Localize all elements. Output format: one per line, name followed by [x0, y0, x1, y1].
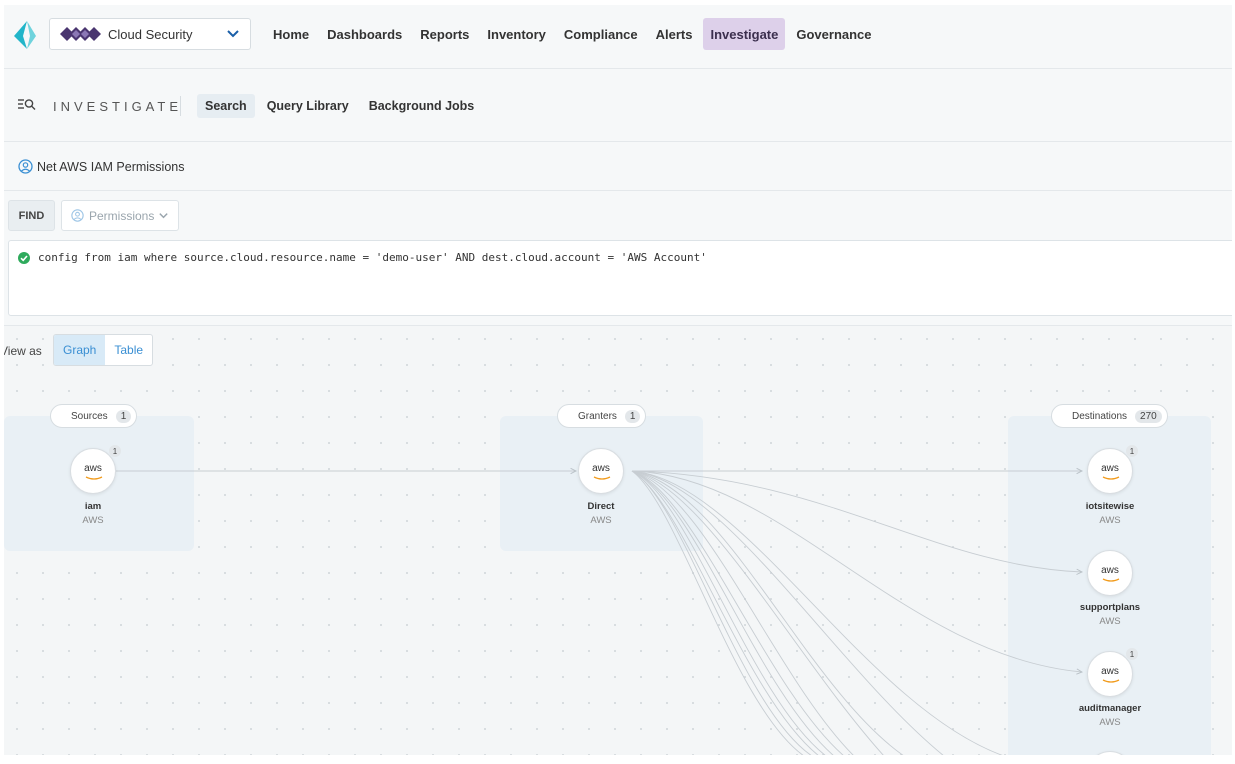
nav-alerts[interactable]: Alerts: [649, 18, 700, 50]
node-iotsitewise[interactable]: aws 1: [1087, 445, 1138, 494]
find-button[interactable]: FIND: [8, 200, 55, 231]
node-direct-provider: AWS: [590, 515, 612, 526]
aws-smile-icon: [1102, 476, 1120, 480]
query-name-bar: Net AWS IAM Permissions: [4, 143, 1232, 191]
granters-label: Granters: [578, 410, 617, 422]
node-badge: 1: [109, 445, 121, 457]
node-supportplans[interactable]: aws: [1087, 550, 1133, 596]
valid-check-icon: [18, 252, 30, 264]
node-iam-name: iam: [84, 501, 102, 512]
user-circle-icon: [18, 159, 33, 174]
aws-logo-icon: aws: [1101, 462, 1119, 474]
find-row: FIND Permissions: [4, 195, 1232, 237]
aws-smile-icon: [1102, 578, 1120, 582]
tenant-selector[interactable]: Cloud Security: [49, 18, 251, 50]
main-nav-links: Home Dashboards Reports Inventory Compli…: [266, 18, 879, 50]
nav-dashboards[interactable]: Dashboards: [320, 18, 409, 50]
nav-reports[interactable]: Reports: [413, 18, 476, 50]
node-badge: 1: [1126, 648, 1138, 660]
header-divider: [180, 96, 181, 116]
granters-count: 1: [624, 409, 641, 423]
investigate-header: INVESTIGATE Search Query Library Backgro…: [4, 70, 1232, 142]
aws-logo-icon: aws: [84, 462, 102, 474]
user-circle-icon: [71, 209, 84, 222]
node-auditmanager[interactable]: aws 1: [1087, 648, 1138, 697]
brand-logo-icon[interactable]: [14, 21, 36, 49]
aws-smile-icon: [593, 476, 611, 480]
tab-background-jobs[interactable]: Background Jobs: [361, 94, 483, 118]
query-text[interactable]: config from iam where source.cloud.resou…: [38, 251, 707, 264]
investigate-search-icon: [18, 99, 36, 110]
sources-count: 1: [115, 409, 132, 423]
nav-governance[interactable]: Governance: [789, 18, 878, 50]
tab-query-library[interactable]: Query Library: [259, 94, 357, 118]
node-iam[interactable]: aws 1: [70, 445, 121, 494]
query-type-dropdown[interactable]: Permissions: [61, 200, 179, 231]
node-auditmanager-name: auditmanager: [1078, 703, 1142, 714]
aws-logo-icon: aws: [1101, 564, 1119, 576]
page-title: INVESTIGATE: [53, 99, 182, 114]
aws-logo-icon: aws: [1101, 665, 1119, 677]
tenant-logo-icon: [60, 27, 101, 41]
nav-home[interactable]: Home: [266, 18, 316, 50]
node-iotsitewise-name: iotsitewise: [1085, 501, 1135, 512]
top-nav: Cloud Security Home Dashboards Reports I…: [4, 5, 1232, 69]
node-supportplans-provider: AWS: [1099, 616, 1121, 627]
granters-pill[interactable]: Granters 1: [557, 404, 647, 428]
node-supportplans-name: supportplans: [1079, 602, 1141, 613]
node-direct[interactable]: aws: [578, 448, 624, 494]
aws-smile-icon: [1102, 679, 1120, 683]
graph-edges: [116, 326, 1232, 755]
app-window: Cloud Security Home Dashboards Reports I…: [4, 5, 1232, 755]
aws-smile-icon: [85, 476, 103, 480]
node-auditmanager-provider: AWS: [1099, 717, 1121, 728]
query-name: Net AWS IAM Permissions: [37, 160, 185, 174]
destinations-pill[interactable]: Destinations 270: [1051, 404, 1168, 428]
node-badge: 1: [1126, 445, 1138, 457]
graph-canvas[interactable]: View as Graph Table Sources 1 Granters 1…: [4, 325, 1232, 755]
destinations-label: Destinations: [1072, 410, 1128, 422]
nav-compliance[interactable]: Compliance: [557, 18, 645, 50]
query-editor[interactable]: config from iam where source.cloud.resou…: [8, 240, 1232, 316]
nav-inventory[interactable]: Inventory: [480, 18, 553, 50]
tenant-label: Cloud Security: [108, 26, 193, 42]
nav-investigate[interactable]: Investigate: [703, 18, 786, 50]
sources-pill[interactable]: Sources 1: [50, 404, 138, 428]
node-iam-provider: AWS: [82, 515, 104, 526]
chevron-down-icon: [227, 30, 239, 38]
aws-logo-icon: aws: [592, 462, 610, 474]
node-direct-name: Direct: [587, 501, 615, 512]
tab-search[interactable]: Search: [197, 94, 255, 118]
query-type-label: Permissions: [89, 208, 155, 223]
chevron-down-icon: [159, 213, 169, 219]
investigate-tabs: Search Query Library Background Jobs: [197, 94, 482, 118]
sources-label: Sources: [71, 410, 108, 422]
destinations-count: 270: [1135, 409, 1162, 423]
node-iotsitewise-provider: AWS: [1099, 515, 1121, 526]
